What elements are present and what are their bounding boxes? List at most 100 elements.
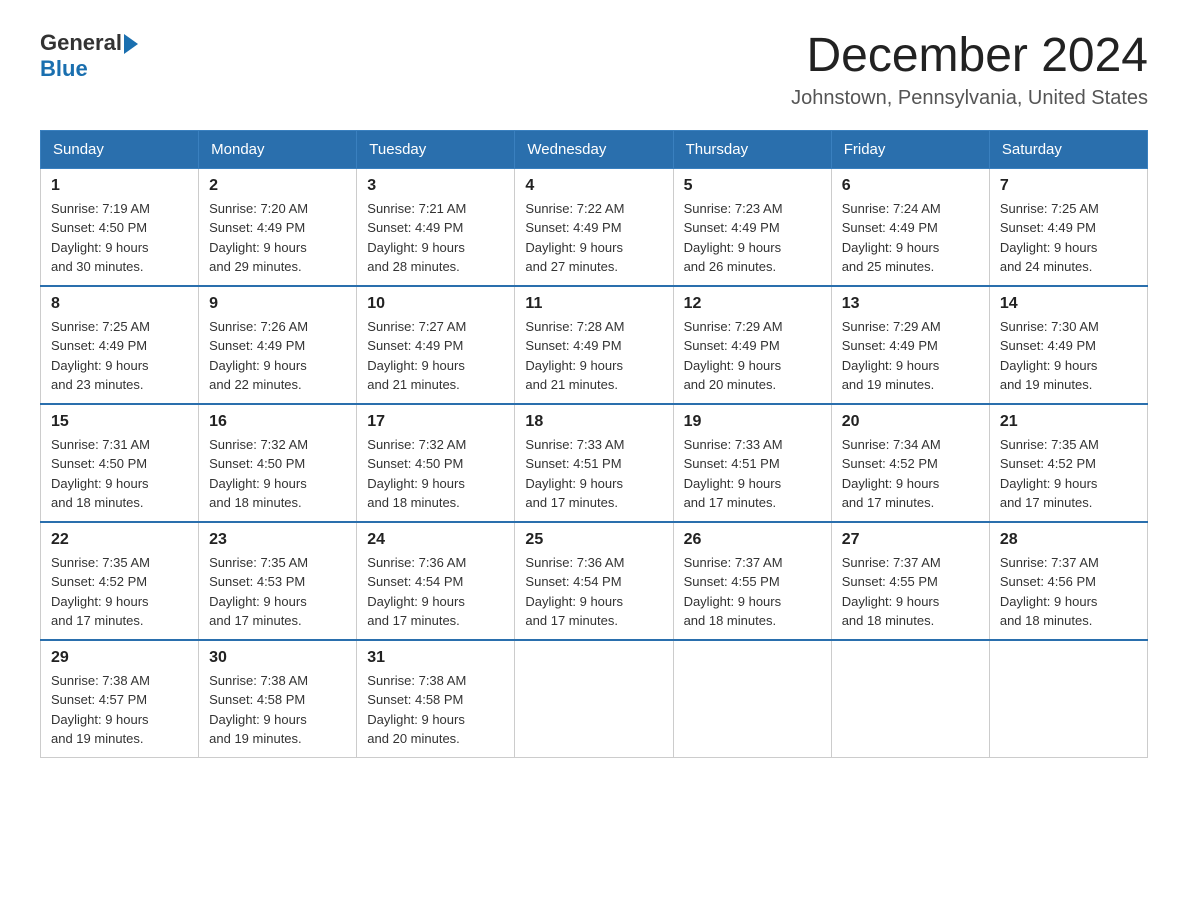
day-info: Sunrise: 7:36 AMSunset: 4:54 PMDaylight:… [525,553,662,631]
day-number: 16 [209,413,346,431]
calendar-day-cell: 7Sunrise: 7:25 AMSunset: 4:49 PMDaylight… [989,168,1147,286]
day-info: Sunrise: 7:29 AMSunset: 4:49 PMDaylight:… [684,317,821,395]
day-number: 8 [51,295,188,313]
day-number: 29 [51,649,188,667]
day-number: 12 [684,295,821,313]
calendar-day-cell [515,640,673,758]
day-number: 24 [367,531,504,549]
weekday-header-tuesday: Tuesday [357,130,515,168]
day-info: Sunrise: 7:25 AMSunset: 4:49 PMDaylight:… [1000,199,1137,277]
day-number: 10 [367,295,504,313]
day-info: Sunrise: 7:26 AMSunset: 4:49 PMDaylight:… [209,317,346,395]
day-info: Sunrise: 7:38 AMSunset: 4:58 PMDaylight:… [209,671,346,749]
day-number: 9 [209,295,346,313]
day-number: 30 [209,649,346,667]
calendar-day-cell: 14 Sunrise: 7:30 AMSunset: 4:49 PMDayligh… [989,286,1147,404]
day-number: 19 [684,413,821,431]
day-info: Sunrise: 7:25 AMSunset: 4:49 PMDaylight:… [51,317,188,395]
page-header: General Blue December 2024 Johnstown, Pe… [40,30,1148,110]
weekday-header-thursday: Thursday [673,130,831,168]
day-number: 6 [842,177,979,195]
logo-arrow-icon [124,34,138,54]
calendar-week-row: 8 Sunrise: 7:25 AMSunset: 4:49 PMDaylight… [41,286,1148,404]
day-number: 14 [1000,295,1137,313]
weekday-header-saturday: Saturday [989,130,1147,168]
day-info: Sunrise: 7:22 AMSunset: 4:49 PMDaylight:… [525,199,662,277]
calendar-day-cell: 13 Sunrise: 7:29 AMSunset: 4:49 PMDayligh… [831,286,989,404]
calendar-day-cell: 25 Sunrise: 7:36 AMSunset: 4:54 PMDayligh… [515,522,673,640]
day-info: Sunrise: 7:38 AMSunset: 4:58 PMDaylight:… [367,671,504,749]
day-info: Sunrise: 7:27 AMSunset: 4:49 PMDaylight:… [367,317,504,395]
calendar-day-cell [989,640,1147,758]
calendar-day-cell: 20Sunrise: 7:34 AMSunset: 4:52 PMDayligh… [831,404,989,522]
day-number: 25 [525,531,662,549]
weekday-header-row: SundayMondayTuesdayWednesdayThursdayFrid… [41,130,1148,168]
day-number: 13 [842,295,979,313]
day-number: 26 [684,531,821,549]
calendar-subtitle: Johnstown, Pennsylvania, United States [791,87,1148,110]
day-number: 4 [525,177,662,195]
day-info: Sunrise: 7:36 AMSunset: 4:54 PMDaylight:… [367,553,504,631]
calendar-day-cell: 17Sunrise: 7:32 AMSunset: 4:50 PMDayligh… [357,404,515,522]
calendar-day-cell [673,640,831,758]
calendar-day-cell: 27Sunrise: 7:37 AMSunset: 4:55 PMDayligh… [831,522,989,640]
day-info: Sunrise: 7:35 AMSunset: 4:52 PMDaylight:… [1000,435,1137,513]
calendar-week-row: 15 Sunrise: 7:31 AMSunset: 4:50 PMDayligh… [41,404,1148,522]
day-number: 28 [1000,531,1137,549]
calendar-day-cell: 12 Sunrise: 7:29 AMSunset: 4:49 PMDayligh… [673,286,831,404]
day-info: Sunrise: 7:33 AMSunset: 4:51 PMDaylight:… [684,435,821,513]
calendar-day-cell: 9 Sunrise: 7:26 AMSunset: 4:49 PMDaylight… [199,286,357,404]
calendar-day-cell: 30 Sunrise: 7:38 AMSunset: 4:58 PMDayligh… [199,640,357,758]
day-number: 18 [525,413,662,431]
day-number: 11 [525,295,662,313]
calendar-day-cell: 3Sunrise: 7:21 AMSunset: 4:49 PMDaylight… [357,168,515,286]
calendar-day-cell: 28 Sunrise: 7:37 AMSunset: 4:56 PMDayligh… [989,522,1147,640]
logo: General Blue [40,30,138,82]
weekday-header-wednesday: Wednesday [515,130,673,168]
day-number: 2 [209,177,346,195]
day-info: Sunrise: 7:35 AMSunset: 4:52 PMDaylight:… [51,553,188,631]
logo-blue: Blue [40,56,88,82]
weekday-header-friday: Friday [831,130,989,168]
calendar-day-cell: 29 Sunrise: 7:38 AMSunset: 4:57 PMDayligh… [41,640,199,758]
calendar-day-cell: 19 Sunrise: 7:33 AMSunset: 4:51 PMDayligh… [673,404,831,522]
day-number: 1 [51,177,188,195]
day-info: Sunrise: 7:32 AMSunset: 4:50 PMDaylight:… [367,435,504,513]
day-number: 5 [684,177,821,195]
day-info: Sunrise: 7:29 AMSunset: 4:49 PMDaylight:… [842,317,979,395]
day-info: Sunrise: 7:19 AMSunset: 4:50 PMDaylight:… [51,199,188,277]
calendar-week-row: 1 Sunrise: 7:19 AMSunset: 4:50 PMDaylight… [41,168,1148,286]
day-info: Sunrise: 7:37 AMSunset: 4:55 PMDaylight:… [684,553,821,631]
day-info: Sunrise: 7:30 AMSunset: 4:49 PMDaylight:… [1000,317,1137,395]
calendar-table: SundayMondayTuesdayWednesdayThursdayFrid… [40,130,1148,758]
calendar-day-cell: 10 Sunrise: 7:27 AMSunset: 4:49 PMDayligh… [357,286,515,404]
day-info: Sunrise: 7:35 AMSunset: 4:53 PMDaylight:… [209,553,346,631]
day-number: 23 [209,531,346,549]
day-info: Sunrise: 7:20 AMSunset: 4:49 PMDaylight:… [209,199,346,277]
day-info: Sunrise: 7:33 AMSunset: 4:51 PMDaylight:… [525,435,662,513]
calendar-day-cell: 23 Sunrise: 7:35 AMSunset: 4:53 PMDayligh… [199,522,357,640]
calendar-day-cell: 4 Sunrise: 7:22 AMSunset: 4:49 PMDaylight… [515,168,673,286]
weekday-header-monday: Monday [199,130,357,168]
calendar-day-cell: 18 Sunrise: 7:33 AMSunset: 4:51 PMDayligh… [515,404,673,522]
calendar-day-cell: 8 Sunrise: 7:25 AMSunset: 4:49 PMDaylight… [41,286,199,404]
calendar-day-cell: 16 Sunrise: 7:32 AMSunset: 4:50 PMDayligh… [199,404,357,522]
day-info: Sunrise: 7:24 AMSunset: 4:49 PMDaylight:… [842,199,979,277]
day-info: Sunrise: 7:32 AMSunset: 4:50 PMDaylight:… [209,435,346,513]
weekday-header-sunday: Sunday [41,130,199,168]
calendar-day-cell: 6 Sunrise: 7:24 AMSunset: 4:49 PMDaylight… [831,168,989,286]
day-info: Sunrise: 7:37 AMSunset: 4:55 PMDaylight:… [842,553,979,631]
day-info: Sunrise: 7:31 AMSunset: 4:50 PMDaylight:… [51,435,188,513]
day-info: Sunrise: 7:21 AMSunset: 4:49 PMDaylight:… [367,199,504,277]
day-number: 15 [51,413,188,431]
calendar-day-cell: 31Sunrise: 7:38 AMSunset: 4:58 PMDayligh… [357,640,515,758]
calendar-week-row: 22 Sunrise: 7:35 AMSunset: 4:52 PMDayligh… [41,522,1148,640]
calendar-day-cell [831,640,989,758]
day-number: 22 [51,531,188,549]
day-info: Sunrise: 7:37 AMSunset: 4:56 PMDaylight:… [1000,553,1137,631]
day-info: Sunrise: 7:38 AMSunset: 4:57 PMDaylight:… [51,671,188,749]
title-section: December 2024 Johnstown, Pennsylvania, U… [791,30,1148,110]
calendar-day-cell: 21Sunrise: 7:35 AMSunset: 4:52 PMDayligh… [989,404,1147,522]
calendar-day-cell: 15 Sunrise: 7:31 AMSunset: 4:50 PMDayligh… [41,404,199,522]
calendar-day-cell: 11Sunrise: 7:28 AMSunset: 4:49 PMDayligh… [515,286,673,404]
